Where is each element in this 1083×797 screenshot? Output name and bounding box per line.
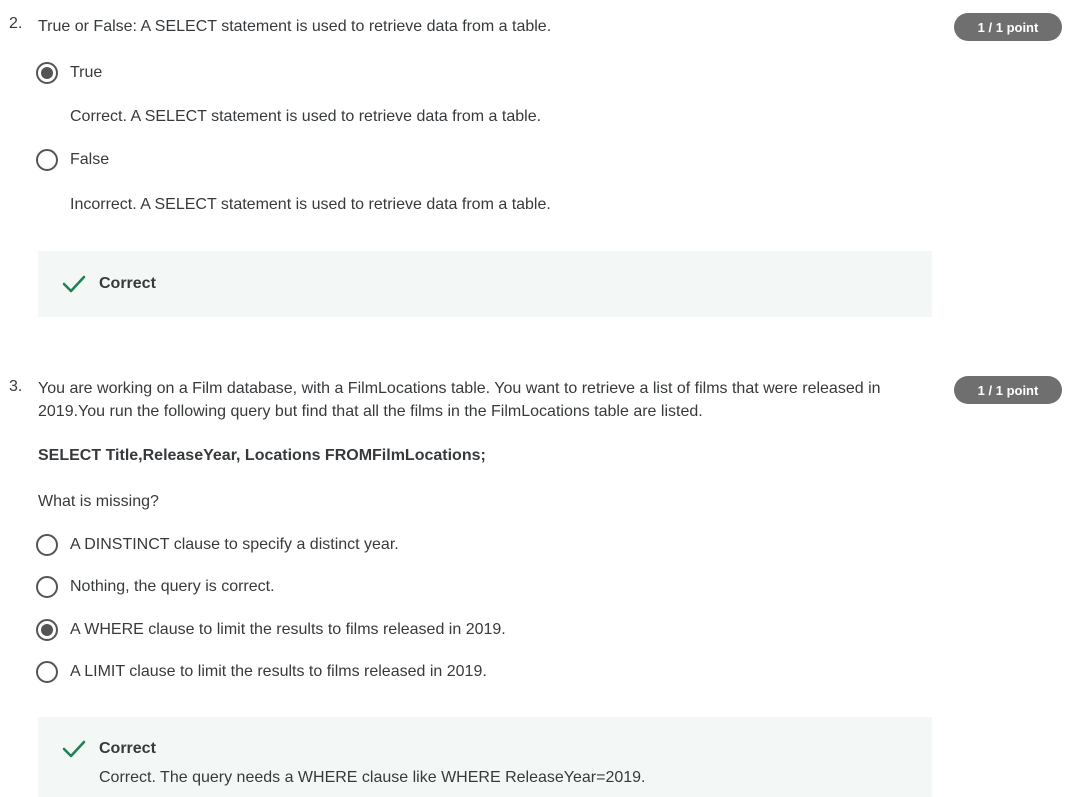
option-label: A WHERE clause to limit the results to f… [70,621,506,638]
option-limit[interactable]: A LIMIT clause to limit the results to f… [36,659,487,685]
option-true[interactable]: True [36,60,102,86]
question-prompt: You are working on a Film database, with… [38,380,881,420]
result-box: Correct Correct. The query needs a WHERE… [38,717,932,797]
result-title: Correct [99,740,156,757]
option-feedback: Correct. A SELECT statement is used to r… [70,108,542,125]
sub-prompt: What is missing? [38,493,159,510]
option-distinct[interactable]: A DINSTINCT clause to specify a distinct… [36,532,399,558]
sql-code: SELECT Title,ReleaseYear, Locations FROM… [38,447,486,464]
radio-unchecked-icon[interactable] [36,149,58,171]
option-label: Nothing, the query is correct. [70,578,275,595]
radio-checked-icon[interactable] [36,62,58,84]
question-number: 3. [9,378,23,395]
option-nothing[interactable]: Nothing, the query is correct. [36,574,275,600]
option-label: A LIMIT clause to limit the results to f… [70,663,487,680]
result-explanation: Correct. The query needs a WHERE clause … [99,769,646,786]
option-label: A DINSTINCT clause to specify a distinct… [70,536,399,553]
radio-unchecked-icon[interactable] [36,534,58,556]
checkmark-icon [62,275,86,293]
result-title: Correct [99,275,156,292]
points-badge: 1 / 1 point [954,376,1062,404]
points-badge: 1 / 1 point [954,13,1062,41]
quiz-page: 2. True or False: A SELECT statement is … [0,0,1083,797]
option-feedback: Incorrect. A SELECT statement is used to… [70,196,551,213]
result-box: Correct [38,251,932,317]
option-label: False [70,151,110,168]
question-number: 2. [9,15,23,32]
checkmark-icon [62,740,86,758]
radio-checked-icon[interactable] [36,619,58,641]
option-false[interactable]: False [36,147,109,173]
radio-unchecked-icon[interactable] [36,576,58,598]
question-prompt: True or False: A SELECT statement is use… [38,18,552,35]
option-where[interactable]: A WHERE clause to limit the results to f… [36,617,506,643]
option-label: True [70,64,103,81]
radio-unchecked-icon[interactable] [36,661,58,683]
